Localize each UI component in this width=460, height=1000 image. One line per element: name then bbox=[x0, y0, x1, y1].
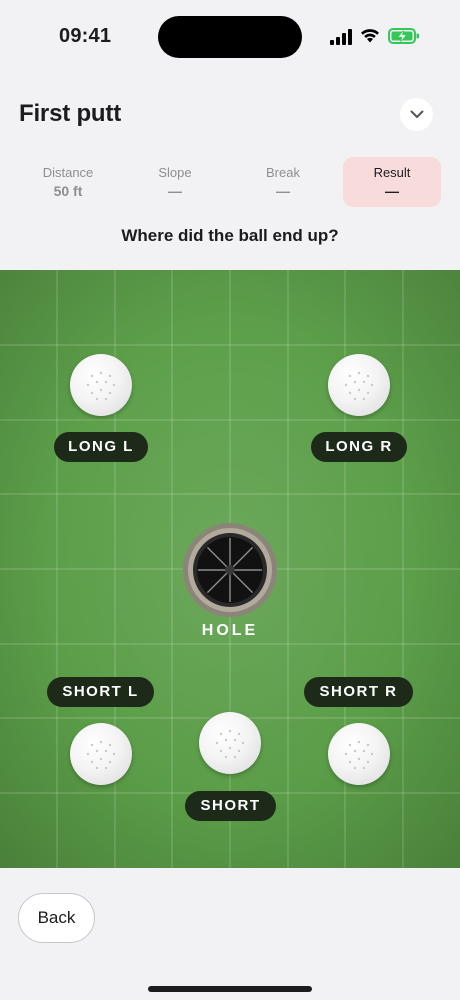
page-title: First putt bbox=[19, 100, 121, 127]
golf-ball-long-right[interactable] bbox=[328, 354, 390, 416]
status-time: 09:41 bbox=[59, 25, 112, 47]
tab-value: — bbox=[276, 183, 290, 199]
dynamic-island bbox=[158, 16, 302, 58]
wifi-icon bbox=[361, 29, 379, 43]
question-text: Where did the ball end up? bbox=[121, 226, 339, 245]
tab-label: Break bbox=[266, 165, 300, 180]
back-button[interactable]: Back bbox=[18, 893, 95, 943]
golf-ball-icon bbox=[86, 740, 116, 770]
tab-label: Result bbox=[373, 165, 411, 180]
putt-details-tabs: Distance 50 ft Slope — Break — Result — bbox=[0, 157, 460, 207]
tab-value: — bbox=[385, 183, 399, 199]
golf-ball-icon bbox=[344, 371, 374, 401]
home-indicator bbox=[148, 986, 312, 992]
chevron-down-icon bbox=[410, 110, 423, 118]
option-long-left[interactable]: LONG L bbox=[54, 432, 148, 462]
golf-ball-icon bbox=[215, 729, 245, 759]
golf-ball-icon bbox=[344, 740, 374, 770]
collapse-button[interactable] bbox=[400, 98, 433, 131]
signal-icon bbox=[330, 29, 352, 45]
hole-label: HOLE bbox=[201, 622, 259, 639]
option-short-right[interactable]: SHORT R bbox=[304, 677, 413, 707]
option-short[interactable]: SHORT bbox=[185, 791, 276, 821]
golf-ball-short-left[interactable] bbox=[70, 723, 132, 785]
tab-break[interactable]: Break — bbox=[234, 157, 332, 207]
golf-ball-short[interactable] bbox=[199, 712, 261, 774]
golf-ball-icon bbox=[86, 371, 116, 401]
tab-result[interactable]: Result — bbox=[343, 157, 441, 207]
tab-slope[interactable]: Slope — bbox=[126, 157, 224, 207]
tab-label: Slope bbox=[158, 165, 192, 180]
status-bar: 09:41 bbox=[0, 0, 460, 70]
tab-distance[interactable]: Distance 50 ft bbox=[19, 157, 117, 207]
hole-icon[interactable] bbox=[182, 522, 278, 618]
option-long-right[interactable]: LONG R bbox=[311, 432, 407, 462]
tab-value: 50 ft bbox=[53, 183, 83, 199]
golf-ball-short-right[interactable] bbox=[328, 723, 390, 785]
battery-charging-icon bbox=[388, 28, 419, 44]
option-short-left[interactable]: SHORT L bbox=[47, 677, 154, 707]
tab-label: Distance bbox=[42, 165, 94, 180]
tab-value: — bbox=[168, 183, 182, 199]
putting-green: LONG L LONG R HOLE SHORT L SHORT R SHORT bbox=[0, 270, 460, 868]
golf-ball-long-left[interactable] bbox=[70, 354, 132, 416]
